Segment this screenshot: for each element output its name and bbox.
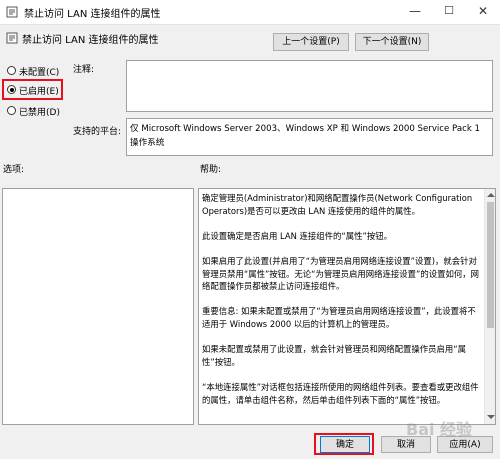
policy-icon: [6, 6, 18, 18]
scroll-thumb[interactable]: [487, 202, 494, 328]
window-title: 禁止访问 LAN 连接组件的属性: [24, 9, 161, 20]
scroll-up-icon[interactable]: [486, 193, 495, 197]
comment-textarea[interactable]: [126, 60, 493, 112]
help-paragraph: 重要信息: 如果未配置或禁用了“为管理员启用网络连接设置”，此设置将不适用于 W…: [202, 306, 476, 329]
options-panel: [2, 188, 194, 425]
help-label: 帮助:: [200, 165, 222, 175]
radio-circle[interactable]: [7, 85, 16, 94]
radio-label: 已禁用(D): [19, 108, 60, 118]
setting-title: 禁止访问 LAN 连接组件的属性: [22, 35, 159, 46]
radio-label: 未配置(C): [19, 68, 60, 78]
help-paragraph: 确定管理员(Administrator)和网络配置操作员(Network Con…: [202, 193, 473, 216]
radio-disabled[interactable]: 已禁用(D): [6, 104, 76, 118]
comment-label: 注释:: [73, 65, 95, 75]
help-text: 确定管理员(Administrator)和网络配置操作员(Network Con…: [202, 192, 484, 419]
previous-setting-button[interactable]: 上一个设置(P): [273, 33, 349, 51]
help-panel: 确定管理员(Administrator)和网络配置操作员(Network Con…: [198, 188, 496, 425]
supported-platforms-text: 仅 Microsoft Windows Server 2003、Windows …: [126, 118, 493, 156]
radio-circle[interactable]: [7, 106, 16, 115]
options-label: 选项:: [3, 165, 25, 175]
help-paragraph: 如果启用了此设置(并启用了“为管理员启用网络连接设置”设置)，就会针对管理员禁用…: [202, 255, 479, 292]
policy-icon: [6, 32, 18, 44]
help-scrollbar[interactable]: [484, 189, 495, 424]
watermark-logo: Bai 经验: [406, 420, 473, 439]
help-paragraph: “本地连接属性”对话框包括连接所使用的网络组件列表。要查看或更改组件的属性，请单…: [202, 381, 479, 405]
scroll-down-icon[interactable]: [486, 415, 495, 419]
radio-not-configured[interactable]: 未配置(C): [6, 64, 76, 78]
radio-circle[interactable]: [7, 66, 16, 75]
title-bar: 禁止访问 LAN 连接组件的属性 — ☐ ✕: [0, 0, 500, 25]
next-setting-button[interactable]: 下一个设置(N): [355, 33, 429, 51]
close-button[interactable]: ✕: [466, 0, 500, 24]
maximize-button[interactable]: ☐: [432, 0, 466, 24]
help-paragraph: 如果未配置或禁用了此设置，就会针对管理员和网络配置操作员启用“属性”按钮。: [202, 344, 466, 367]
radio-label: 已启用(E): [19, 87, 59, 97]
help-paragraph: 此设置确定是否启用 LAN 连接组件的“属性”按钮。: [202, 230, 392, 241]
ok-button[interactable]: 确定: [320, 436, 370, 453]
supported-label: 支持的平台:: [73, 127, 122, 137]
minimize-button[interactable]: —: [398, 0, 432, 24]
radio-enabled[interactable]: 已启用(E): [6, 83, 61, 97]
